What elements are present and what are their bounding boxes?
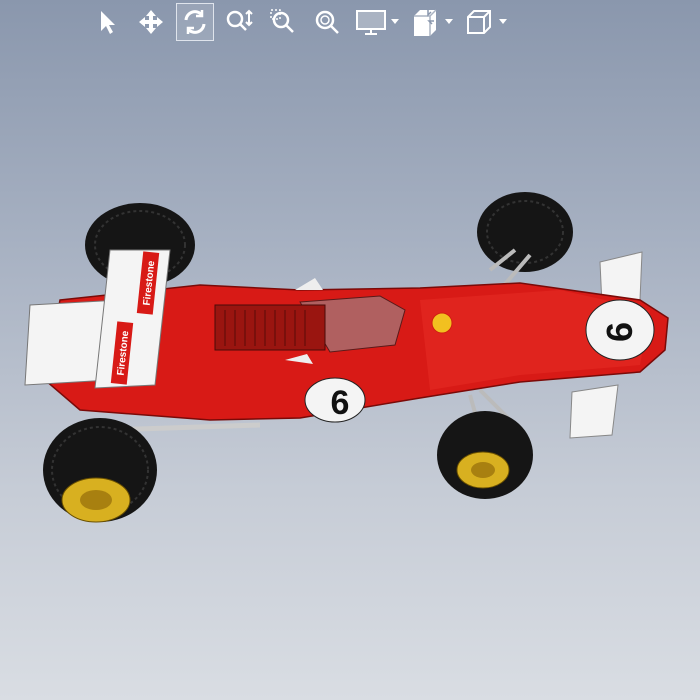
- chevron-down-icon: [445, 19, 453, 24]
- section-view-icon: [414, 9, 437, 36]
- rear-right-wheel: [43, 418, 157, 523]
- display-style-button[interactable]: [352, 3, 390, 41]
- cube-icon: [467, 10, 491, 34]
- section-view-dropdown[interactable]: [444, 3, 454, 41]
- zoom-to-fit-button[interactable]: [308, 3, 346, 41]
- display-style-dropdown[interactable]: [390, 3, 400, 41]
- zoom-to-area-button[interactable]: [264, 3, 302, 41]
- graphics-area[interactable]: Firestone Firestone 6 6: [0, 44, 700, 700]
- zoom-to-fit-icon: [315, 10, 339, 34]
- rotate-icon: [184, 10, 206, 34]
- side-number-roundel: 6: [304, 377, 366, 423]
- monitor-icon: [356, 10, 386, 35]
- section-view-button[interactable]: [406, 3, 444, 41]
- zoom-in-out-button[interactable]: [220, 3, 258, 41]
- nose-number: 6: [599, 322, 640, 342]
- rotate-button[interactable]: [176, 3, 214, 41]
- side-number: 6: [331, 384, 350, 422]
- cursor-arrow-icon: [101, 11, 115, 34]
- view-toolbar: [88, 0, 508, 44]
- zoom-in-out-icon: [226, 9, 253, 31]
- zoom-to-area-icon: [270, 9, 294, 33]
- view-orientation-dropdown[interactable]: [498, 3, 508, 41]
- pan-button[interactable]: [132, 3, 170, 41]
- chevron-down-icon: [499, 19, 507, 24]
- front-left-wheel: [437, 411, 533, 499]
- race-car-model: Firestone Firestone 6 6: [24, 192, 669, 523]
- chevron-down-icon: [391, 19, 399, 24]
- move-arrows-icon: [139, 10, 163, 34]
- select-button[interactable]: [88, 3, 126, 41]
- nose-number-roundel: 6: [585, 299, 655, 361]
- shell-logo: [431, 312, 453, 334]
- view-orientation-button[interactable]: [460, 3, 498, 41]
